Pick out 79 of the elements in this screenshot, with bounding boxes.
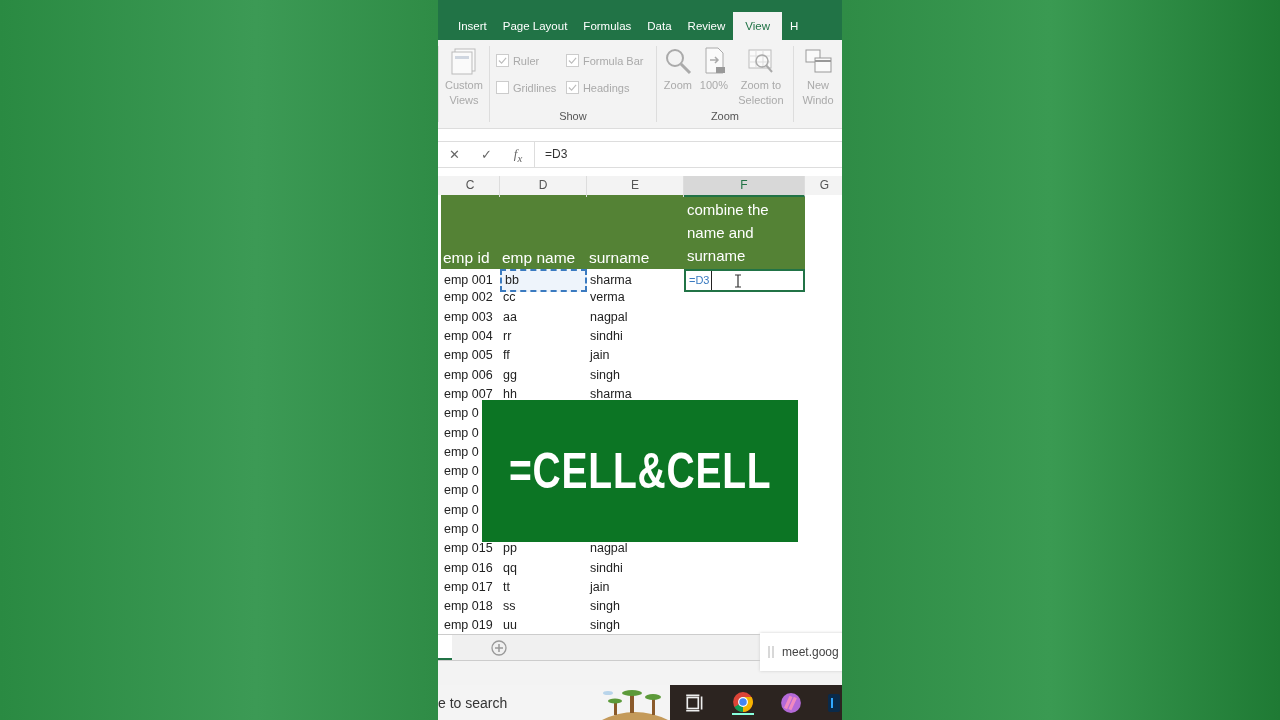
column-header[interactable]: F xyxy=(684,176,805,197)
table-cell-text: emp 007 xyxy=(444,385,493,403)
ribbon-tab[interactable]: H xyxy=(782,12,807,40)
formula-input[interactable]: =D3 xyxy=(534,142,842,167)
windows-icon xyxy=(448,46,479,76)
grip-icon xyxy=(768,645,774,659)
checkbox[interactable] xyxy=(565,81,579,94)
header-cell: surname xyxy=(589,249,650,267)
table-cell-text: emp 003 xyxy=(444,308,493,326)
table-cell-text: emp 0 xyxy=(444,405,479,423)
title-banner: =CELL&CELL xyxy=(482,400,798,542)
table-cell-text: emp 004 xyxy=(444,328,493,346)
browser-icon[interactable] xyxy=(732,691,754,715)
ribbon-tab[interactable]: Page Layout xyxy=(494,12,576,40)
table-cell-text: rr xyxy=(503,328,512,346)
table-cell-text: pp xyxy=(503,540,517,558)
table-cell-text: qq xyxy=(503,559,517,577)
cell-editor[interactable]: =D3 xyxy=(684,269,805,292)
table-cell-text: singh xyxy=(590,598,620,616)
ribbon-tab[interactable]: View xyxy=(733,12,783,40)
table-cell-text: emp 002 xyxy=(444,289,493,307)
notification[interactable]: meet.goog xyxy=(760,633,842,671)
header-cell: emp id xyxy=(443,249,490,267)
app-icon[interactable] xyxy=(828,692,840,714)
header-cell: emp name xyxy=(502,249,576,267)
table-cell-text: emp 0 xyxy=(444,443,479,461)
table-cell-text: emp 0 xyxy=(444,424,479,442)
table-cell-text: emp 0 xyxy=(444,463,479,481)
table-cell-text: bb xyxy=(505,272,519,289)
search-field[interactable]: e to search xyxy=(438,685,670,720)
enter-button[interactable]: ✓ xyxy=(470,147,502,162)
table-cell-text: emp 0 xyxy=(444,521,479,538)
table-cell-text: emp 0 xyxy=(444,501,479,519)
ribbon-tab[interactable]: Review xyxy=(679,12,734,40)
table-cell-text: singh xyxy=(590,366,620,384)
ribbon-tab[interactable]: Insert xyxy=(450,12,495,40)
table-cell-text: nagpal xyxy=(590,540,628,558)
group-label: Zoom xyxy=(709,110,740,122)
table-cell-text: emp 005 xyxy=(444,347,493,365)
table-cell-text: ff xyxy=(503,347,510,365)
table-cell-text: emp 0 xyxy=(444,482,479,500)
table-cell-text: jain xyxy=(590,347,610,365)
ribbon-tab[interactable]: Formulas xyxy=(575,12,640,40)
table-cell-text: verma xyxy=(590,289,625,307)
insert-function-button[interactable]: f$_{x}$ xyxy=(502,145,534,164)
column-header[interactable]: G xyxy=(805,176,842,197)
table-cell-text: sharma xyxy=(590,385,632,403)
table-cell-text: emp 015 xyxy=(444,540,493,558)
table-cell-text: uu xyxy=(503,617,517,635)
table-cell-text: emp 001 xyxy=(444,272,493,289)
windows-icon xyxy=(803,46,833,76)
notification-text: meet.goog xyxy=(782,645,839,659)
table-cell-text: emp 018 xyxy=(444,598,493,616)
table-cell-text: sharma xyxy=(590,272,632,289)
table-cell-text: gg xyxy=(503,366,517,384)
table-cell-text: emp 006 xyxy=(444,366,493,384)
sheet-tab[interactable] xyxy=(438,635,452,660)
table-cell-text: nagpal xyxy=(590,308,628,326)
table-cell-text: sindhi xyxy=(590,328,623,346)
app-icon[interactable] xyxy=(780,692,802,714)
ribbon-tab[interactable]: Data xyxy=(639,12,680,40)
table-cell-text: tt xyxy=(503,578,510,596)
checkbox[interactable] xyxy=(565,54,579,67)
table-cell-text: emp 019 xyxy=(444,617,493,635)
table-cell-text: singh xyxy=(590,617,620,635)
table-cell-text: cc xyxy=(503,289,516,307)
text-cursor-icon xyxy=(733,273,742,288)
checkbox[interactable] xyxy=(495,81,509,94)
table-cell-text: ss xyxy=(503,598,516,616)
table-cell-text: emp 017 xyxy=(444,578,493,596)
table-cell-text: aa xyxy=(503,308,517,326)
table-cell-text: hh xyxy=(503,385,517,403)
table-cell-text: emp 016 xyxy=(444,559,493,577)
table-cell-text: jain xyxy=(590,578,610,596)
cancel-button[interactable]: ✕ xyxy=(438,147,470,162)
checkbox[interactable] xyxy=(495,54,509,67)
table-cell-text: sindhi xyxy=(590,559,623,577)
header-cell-text: combine the name and surname xyxy=(687,200,770,266)
group-label: Show xyxy=(558,110,588,122)
